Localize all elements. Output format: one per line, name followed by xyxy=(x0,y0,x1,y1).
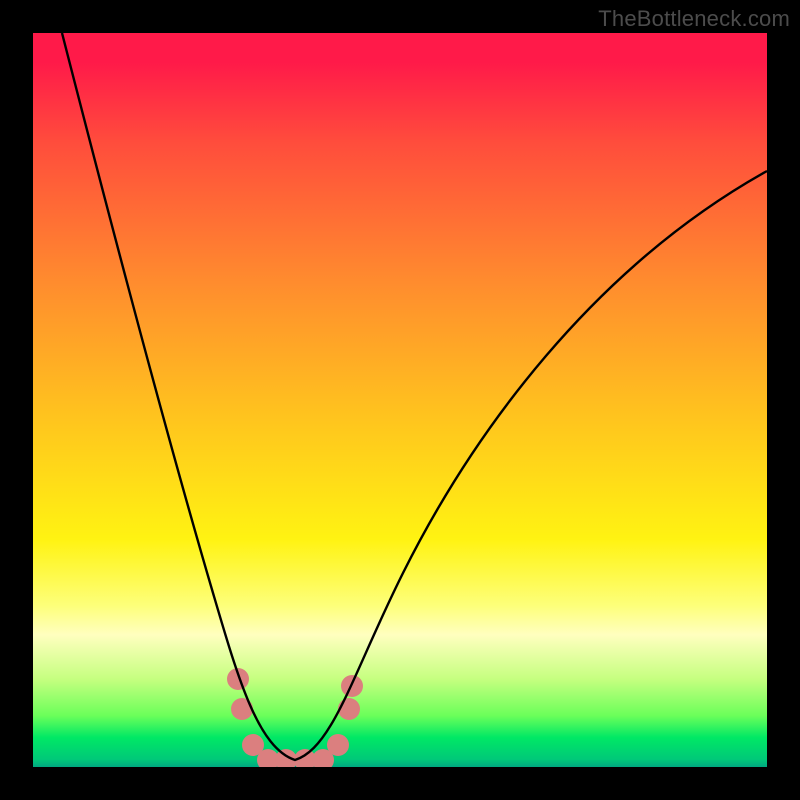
chart-frame: TheBottleneck.com xyxy=(0,0,800,800)
highlight-points xyxy=(227,668,363,767)
curve-path xyxy=(62,33,767,760)
bottleneck-curve xyxy=(33,33,767,767)
watermark-text: TheBottleneck.com xyxy=(598,6,790,32)
plot-area xyxy=(33,33,767,767)
